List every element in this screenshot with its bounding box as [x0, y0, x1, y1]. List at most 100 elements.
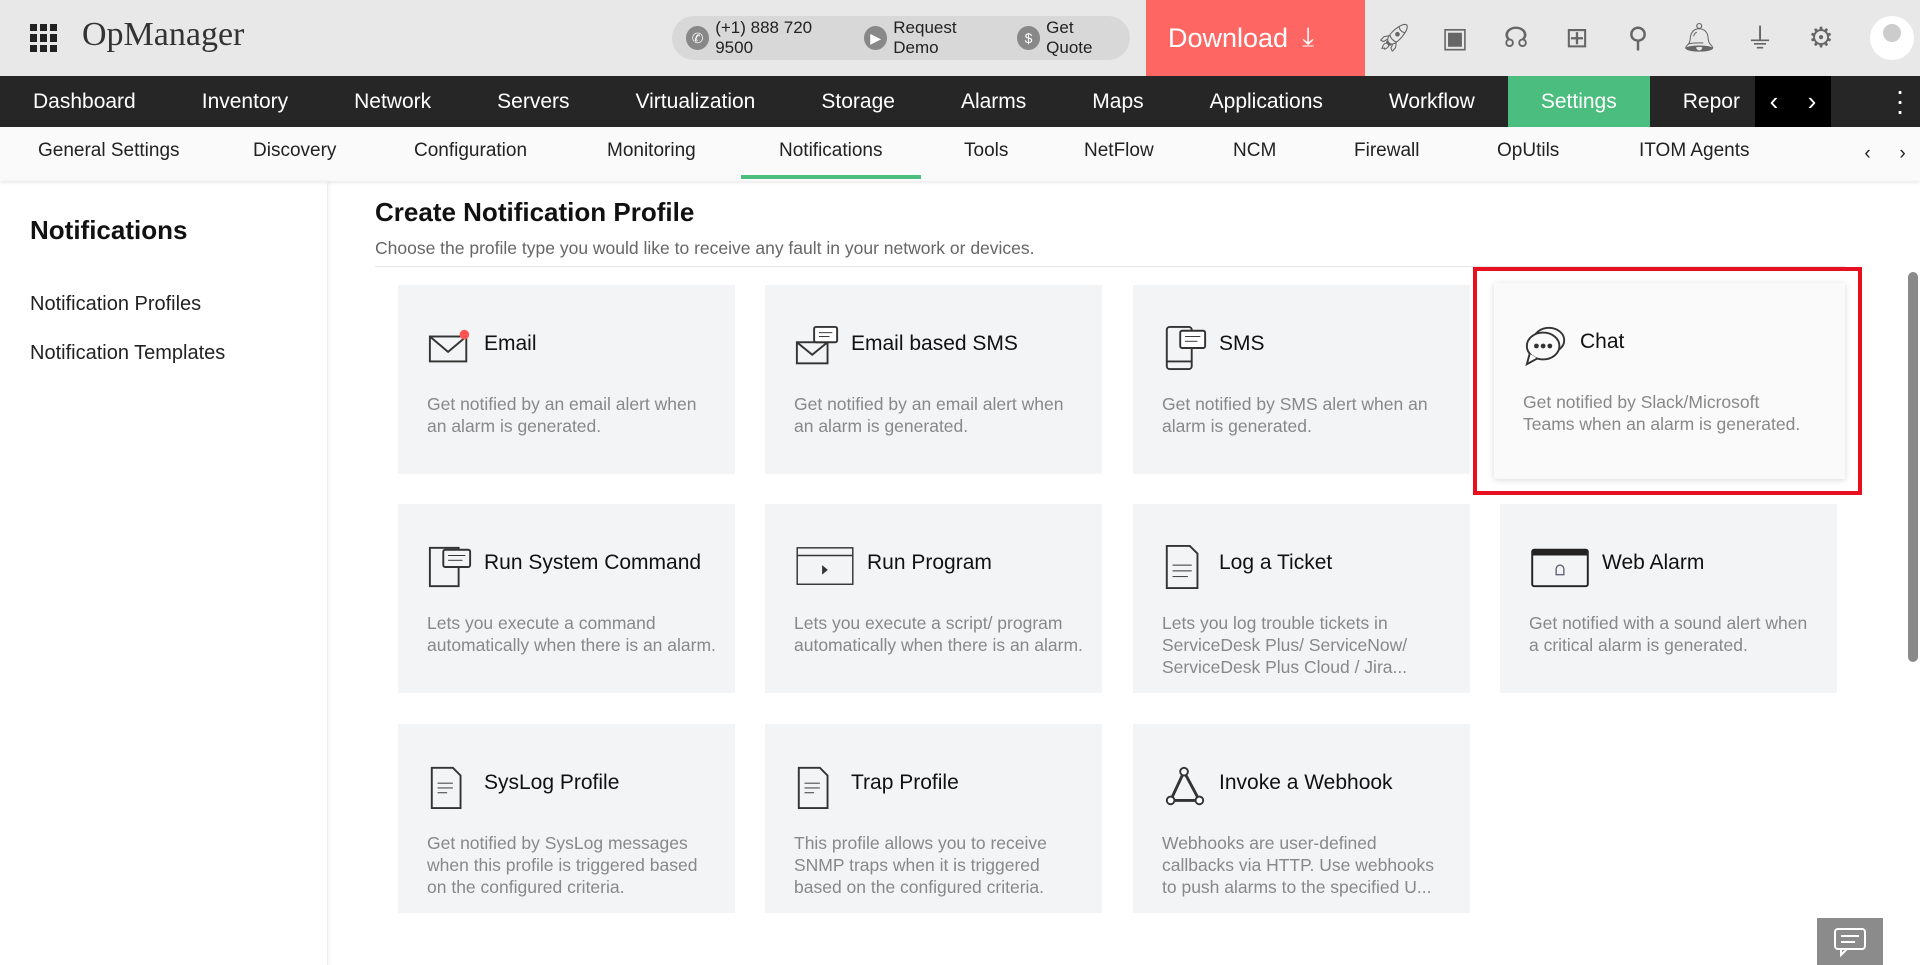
nav-settings[interactable]: Settings — [1507, 76, 1650, 127]
nav-workflow[interactable]: Workflow — [1356, 76, 1508, 127]
chat-icon — [1834, 927, 1866, 957]
card-description: Lets you log trouble tickets in ServiceD… — [1162, 613, 1408, 677]
avatar[interactable] — [1870, 16, 1914, 60]
subnav-tools[interactable]: Tools — [964, 127, 1008, 175]
sidebar-title: Notifications — [30, 215, 188, 245]
card-description: Get notified with a sound alert when a c… — [1529, 613, 1808, 655]
card-description: This profile allows you to receive SNMP … — [794, 833, 1047, 897]
gear-icon[interactable]: ⚙ — [1802, 18, 1840, 56]
chevron-right-icon[interactable]: › — [1808, 86, 1817, 117]
subnav-general-settings[interactable]: General Settings — [38, 127, 180, 175]
subnav-configuration[interactable]: Configuration — [414, 127, 527, 175]
chevron-left-icon[interactable]: ‹ — [1770, 86, 1779, 117]
presentation-icon[interactable]: ▣ — [1436, 18, 1474, 56]
sidebar-item-notification-templates[interactable]: Notification Templates — [30, 342, 225, 365]
email-icon — [428, 329, 470, 363]
sidebar-item-notification-profiles[interactable]: Notification Profiles — [30, 293, 201, 316]
download-button[interactable]: Download ⤓ — [1146, 0, 1365, 76]
card-title: Log a Ticket — [1219, 551, 1333, 574]
top-header: OpManager ✆ (+1) 888 720 9500 ▶ Request De… — [0, 0, 1920, 76]
nav-maps[interactable]: Maps — [1059, 76, 1176, 127]
subnav-discovery[interactable]: Discovery — [253, 127, 336, 175]
chevron-left-icon[interactable]: ‹ — [1864, 130, 1870, 178]
nav-alarms[interactable]: Alarms — [928, 76, 1059, 127]
ticket-icon — [1165, 544, 1199, 590]
profile-card-invoke-a-webhook[interactable]: Invoke a Webhook Webhooks are user-define… — [1133, 724, 1470, 913]
subnav-firewall[interactable]: Firewall — [1354, 127, 1419, 175]
card-title: Run Program — [867, 551, 992, 574]
chevron-right-icon[interactable]: › — [1899, 130, 1905, 178]
sub-nav: General Settings Discovery Configuration… — [0, 127, 1920, 181]
nav-inventory[interactable]: Inventory — [169, 76, 321, 127]
subnav-netflow[interactable]: NetFlow — [1084, 127, 1154, 175]
main-nav: Dashboard Inventory Network Servers Virt… — [0, 76, 1920, 127]
command-icon — [428, 546, 472, 588]
profile-card-log-a-ticket[interactable]: Log a Ticket Lets you log trouble tickets… — [1133, 504, 1470, 693]
scrollbar[interactable] — [1908, 272, 1918, 662]
request-demo-link[interactable]: Request Demo — [893, 18, 1003, 58]
page-title: Create Notification Profile — [375, 197, 695, 227]
search-icon[interactable]: ⚲ — [1619, 18, 1657, 56]
profile-card-syslog-profile[interactable]: SysLog Profile Get notified by SysLog mes… — [398, 724, 735, 913]
app-logo[interactable]: OpManager — [82, 16, 244, 54]
app-grid-icon[interactable] — [30, 24, 58, 52]
profile-card-run-system-command[interactable]: Run System Command Lets you execute a com… — [398, 504, 735, 693]
subnav-ncm[interactable]: NCM — [1233, 127, 1276, 175]
demo-icon: ▶ — [864, 26, 888, 50]
download-icon: ⤓ — [1302, 22, 1315, 52]
nav-scroll: ‹ › — [1755, 76, 1831, 127]
profile-card-trap-profile[interactable]: Trap Profile This profile allows you to r… — [765, 724, 1102, 913]
nav-servers[interactable]: Servers — [464, 76, 602, 127]
plug-icon[interactable]: ⏚ — [1741, 18, 1779, 56]
contact-pill: ✆ (+1) 888 720 9500 ▶ Request Demo $ Get Qu… — [672, 16, 1130, 60]
download-label: Download — [1168, 22, 1289, 53]
subnav-itom-agents[interactable]: ITOM Agents — [1639, 127, 1750, 175]
rocket-icon[interactable]: 🚀︎ — [1375, 18, 1413, 56]
subnav-monitoring[interactable]: Monitoring — [607, 127, 696, 175]
trap-icon — [797, 766, 829, 810]
bell-icon[interactable]: 🔔︎ — [1680, 18, 1718, 56]
dollar-icon: $ — [1016, 26, 1041, 50]
email-sms-icon — [795, 325, 839, 365]
gift-icon[interactable]: ⊞ — [1558, 18, 1596, 56]
webhook-icon — [1165, 766, 1205, 806]
highlight-box — [1473, 267, 1862, 495]
profile-card-sms[interactable]: SMS Get notified by SMS alert when an ala… — [1133, 285, 1470, 474]
sidebar: Notifications Notification Profiles Noti… — [0, 181, 328, 965]
nav-virtualization[interactable]: Virtualization — [603, 76, 789, 127]
card-title: Trap Profile — [851, 771, 959, 794]
chat-support-button[interactable] — [1817, 918, 1883, 965]
web-alarm-icon — [1531, 548, 1589, 588]
card-description: Get notified by an email alert when an a… — [794, 394, 1064, 436]
card-description: Get notified by an email alert when an a… — [427, 394, 697, 436]
card-description: Get notified by SMS alert when an alarm … — [1162, 394, 1428, 436]
headset-icon[interactable]: ☊ — [1497, 18, 1535, 56]
syslog-icon — [430, 766, 462, 810]
subnav-oputils[interactable]: OpUtils — [1497, 127, 1559, 175]
card-title: Run System Command — [484, 551, 702, 574]
nav-applications[interactable]: Applications — [1177, 76, 1356, 127]
nav-network[interactable]: Network — [321, 76, 464, 127]
phone-number[interactable]: (+1) 888 720 9500 — [715, 18, 850, 58]
subnav-notifications[interactable]: Notifications — [741, 127, 921, 179]
phone-icon: ✆ — [686, 26, 710, 50]
card-title: Email based SMS — [851, 332, 1018, 355]
card-title: SMS — [1219, 332, 1265, 355]
profile-card-web-alarm[interactable]: Web Alarm Get notified with a sound alert… — [1500, 504, 1837, 693]
nav-storage[interactable]: Storage — [788, 76, 928, 127]
get-quote-link[interactable]: Get Quote — [1046, 18, 1122, 58]
profile-card-email-based-sms[interactable]: Email based SMS Get notified by an email … — [765, 285, 1102, 474]
card-title: Invoke a Webhook — [1219, 771, 1393, 794]
page-subtitle: Choose the profile type you would like t… — [375, 238, 1035, 258]
program-icon — [796, 547, 854, 585]
card-title: SysLog Profile — [484, 771, 620, 794]
nav-dashboard[interactable]: Dashboard — [0, 76, 169, 127]
card-description: Get notified by SysLog messages when thi… — [427, 833, 698, 897]
card-description: Lets you execute a command automatically… — [427, 613, 716, 655]
card-title: Web Alarm — [1602, 551, 1705, 574]
profile-card-email[interactable]: Email Get notified by an email alert when… — [398, 285, 735, 474]
more-menu-icon[interactable]: · · · — [1893, 77, 1907, 125]
profile-card-run-program[interactable]: Run Program Lets you execute a script/ pr… — [765, 504, 1102, 693]
card-description: Webhooks are user-defined callbacks via … — [1162, 833, 1435, 897]
card-description: Lets you execute a script/ program autom… — [794, 613, 1083, 655]
